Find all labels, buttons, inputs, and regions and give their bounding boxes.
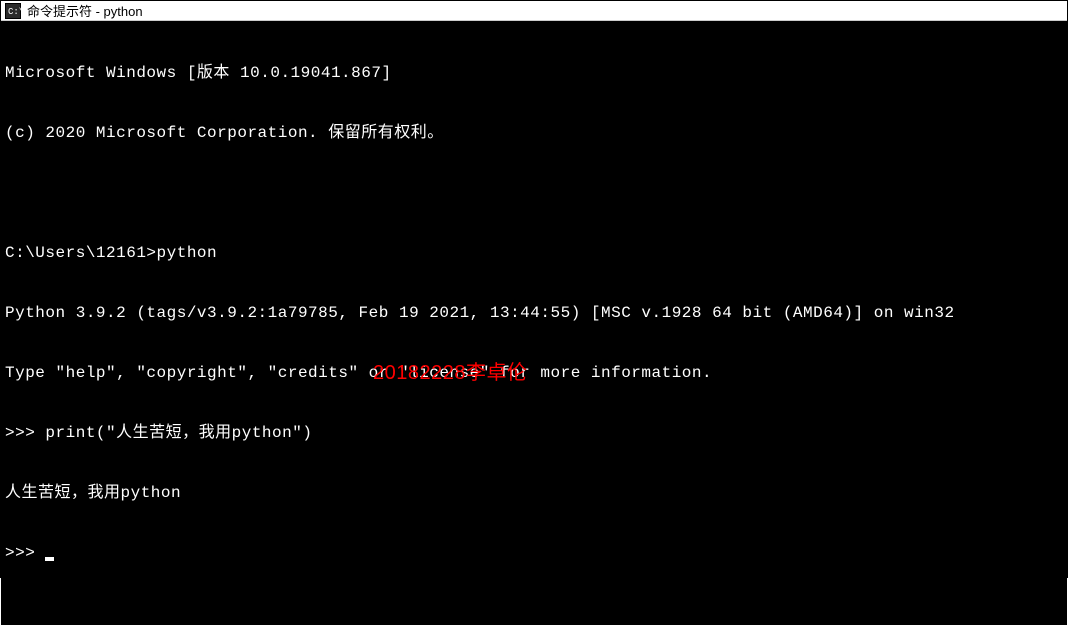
window-title: 命令提示符 - python [27, 1, 143, 20]
prompt-prefix: >>> [5, 544, 45, 562]
command-prompt-window: C:\ 命令提示符 - python Microsoft Windows [版本… [0, 0, 1068, 578]
terminal-prompt-line: >>> [5, 543, 1063, 563]
terminal-line: C:\Users\12161>python [5, 243, 1063, 263]
watermark-text: 20182228李卓伦 [373, 363, 527, 383]
terminal-line: 人生苦短，我用python [5, 483, 1063, 503]
cmd-icon: C:\ [5, 3, 21, 19]
terminal-line: >>> print("人生苦短，我用python") [5, 423, 1063, 443]
cursor [45, 557, 54, 561]
svg-text:C:\: C:\ [8, 7, 21, 17]
terminal-line: Microsoft Windows [版本 10.0.19041.867] [5, 63, 1063, 83]
blank-line [5, 183, 1063, 203]
terminal-area[interactable]: Microsoft Windows [版本 10.0.19041.867] (c… [1, 21, 1067, 625]
terminal-line: (c) 2020 Microsoft Corporation. 保留所有权利。 [5, 123, 1063, 143]
terminal-line: Python 3.9.2 (tags/v3.9.2:1a79785, Feb 1… [5, 303, 1063, 323]
titlebar[interactable]: C:\ 命令提示符 - python [1, 1, 1067, 21]
terminal-line: Type "help", "copyright", "credits" or "… [5, 363, 1063, 383]
